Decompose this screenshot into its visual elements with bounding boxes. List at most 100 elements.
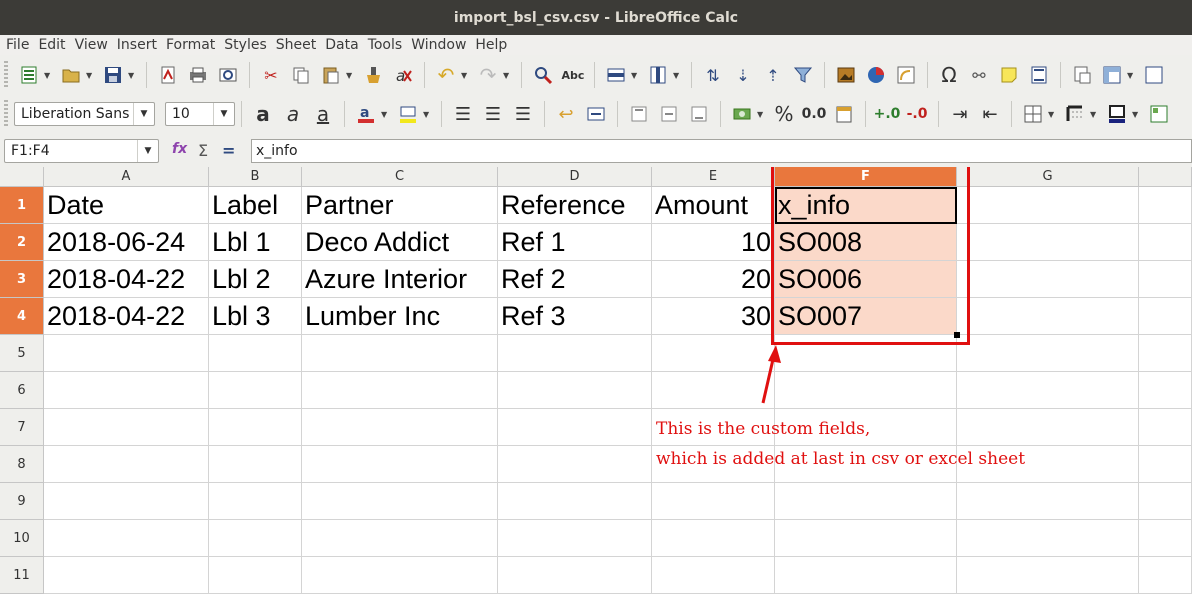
align-center-icon[interactable]: ☰ bbox=[480, 101, 506, 127]
sort-icon[interactable]: ⇅ bbox=[700, 62, 726, 88]
menu-sheet[interactable]: Sheet bbox=[276, 37, 316, 53]
align-top-icon[interactable] bbox=[626, 101, 652, 127]
insert-image-icon[interactable] bbox=[833, 62, 859, 88]
undo-dropdown-icon[interactable]: ▼ bbox=[461, 71, 469, 80]
sort-ascending-icon[interactable]: ⇣ bbox=[730, 62, 756, 88]
font-name-dropdown-icon[interactable]: ▼ bbox=[133, 103, 154, 125]
special-character-icon[interactable]: Ω bbox=[936, 62, 962, 88]
formula-icon[interactable]: = bbox=[222, 141, 235, 160]
delete-decimal-place-icon[interactable]: -.0 bbox=[904, 101, 930, 127]
currency-dropdown-icon[interactable]: ▼ bbox=[757, 110, 765, 119]
spelling-icon[interactable]: Abc bbox=[560, 62, 586, 88]
name-box-dropdown-icon[interactable]: ▼ bbox=[137, 140, 158, 162]
border-color-dropdown-icon[interactable]: ▼ bbox=[1132, 110, 1140, 119]
open-folder-icon[interactable] bbox=[58, 62, 84, 88]
wrap-text-icon[interactable]: ↩ bbox=[553, 101, 579, 127]
print-icon[interactable] bbox=[185, 62, 211, 88]
split-window-icon[interactable] bbox=[1141, 62, 1167, 88]
open-dropdown-icon[interactable]: ▼ bbox=[86, 71, 94, 80]
menu-insert[interactable]: Insert bbox=[117, 37, 157, 53]
align-bottom-icon[interactable] bbox=[686, 101, 712, 127]
comment-icon[interactable] bbox=[996, 62, 1022, 88]
font-size-dropdown-icon[interactable]: ▼ bbox=[213, 103, 234, 125]
save-icon[interactable] bbox=[100, 62, 126, 88]
name-box[interactable]: F1:F4 ▼ bbox=[4, 139, 159, 163]
menu-file[interactable]: File bbox=[6, 37, 29, 53]
menu-view[interactable]: View bbox=[75, 37, 108, 53]
column-icon[interactable] bbox=[645, 62, 671, 88]
freeze-rows-columns-icon[interactable] bbox=[1099, 62, 1125, 88]
toolbar-separator bbox=[691, 62, 692, 88]
merge-cells-icon[interactable] bbox=[583, 101, 609, 127]
clone-formatting-icon[interactable] bbox=[360, 62, 386, 88]
menu-window[interactable]: Window bbox=[411, 37, 466, 53]
undo-icon[interactable]: ↶ bbox=[433, 62, 459, 88]
borders-icon[interactable] bbox=[1020, 101, 1046, 127]
align-right-icon[interactable]: ☰ bbox=[510, 101, 536, 127]
italic-icon[interactable]: a bbox=[280, 101, 306, 127]
save-dropdown-icon[interactable]: ▼ bbox=[128, 71, 136, 80]
menu-data[interactable]: Data bbox=[325, 37, 358, 53]
export-pdf-icon[interactable] bbox=[155, 62, 181, 88]
formula-input[interactable]: x_info bbox=[251, 139, 1192, 163]
column-dropdown-icon[interactable]: ▼ bbox=[673, 71, 681, 80]
clear-formatting-icon[interactable]: a bbox=[390, 62, 416, 88]
border-style-dropdown-icon[interactable]: ▼ bbox=[1090, 110, 1098, 119]
new-spreadsheet-icon[interactable] bbox=[16, 62, 42, 88]
date-format-icon[interactable] bbox=[831, 101, 857, 127]
name-box-value: F1:F4 bbox=[11, 143, 50, 159]
paste-icon[interactable] bbox=[318, 62, 344, 88]
align-left-icon[interactable]: ☰ bbox=[450, 101, 476, 127]
sum-icon[interactable]: Σ bbox=[198, 141, 208, 160]
percent-format-icon[interactable]: % bbox=[771, 101, 797, 127]
decrease-indent-icon[interactable]: ⇤ bbox=[977, 101, 1003, 127]
define-print-area-icon[interactable] bbox=[1069, 62, 1095, 88]
border-color-icon[interactable] bbox=[1104, 101, 1130, 127]
bold-icon[interactable]: a bbox=[250, 101, 276, 127]
insert-chart-icon[interactable] bbox=[863, 62, 889, 88]
paste-dropdown-icon[interactable]: ▼ bbox=[346, 71, 354, 80]
toolbar-grip[interactable] bbox=[4, 61, 8, 89]
font-color-icon[interactable]: a bbox=[353, 101, 379, 127]
print-preview-icon[interactable] bbox=[215, 62, 241, 88]
find-replace-icon[interactable] bbox=[530, 62, 556, 88]
copy-icon[interactable] bbox=[288, 62, 314, 88]
number-format-icon[interactable]: 0.0 bbox=[801, 101, 827, 127]
font-color-dropdown-icon[interactable]: ▼ bbox=[381, 110, 389, 119]
menu-styles[interactable]: Styles bbox=[224, 37, 266, 53]
toolbar-separator bbox=[865, 101, 866, 127]
currency-format-icon[interactable] bbox=[729, 101, 755, 127]
toolbar-separator bbox=[146, 62, 147, 88]
redo-icon[interactable]: ↷ bbox=[475, 62, 501, 88]
autofilter-icon[interactable] bbox=[790, 62, 816, 88]
toolbar-separator bbox=[824, 62, 825, 88]
new-dropdown-icon[interactable]: ▼ bbox=[44, 71, 52, 80]
highlight-color-icon[interactable] bbox=[395, 101, 421, 127]
font-name-combo[interactable]: Liberation Sans ▼ bbox=[14, 102, 155, 126]
add-decimal-place-icon[interactable]: +.0 bbox=[874, 101, 901, 127]
conditional-format-icon[interactable] bbox=[1146, 101, 1172, 127]
function-wizard-icon[interactable]: fx bbox=[172, 141, 187, 157]
align-middle-icon[interactable] bbox=[656, 101, 682, 127]
menu-tools[interactable]: Tools bbox=[368, 37, 403, 53]
cut-icon[interactable]: ✂ bbox=[258, 62, 284, 88]
headers-footers-icon[interactable] bbox=[1026, 62, 1052, 88]
sort-descending-icon[interactable]: ⇡ bbox=[760, 62, 786, 88]
border-style-icon[interactable] bbox=[1062, 101, 1088, 127]
increase-indent-icon[interactable]: ⇥ bbox=[947, 101, 973, 127]
highlight-dropdown-icon[interactable]: ▼ bbox=[423, 110, 431, 119]
redo-dropdown-icon[interactable]: ▼ bbox=[503, 71, 511, 80]
spreadsheet-grid[interactable]: A B C D E F G 1 2 3 4 5 6 7 8 9 10 11 Da… bbox=[0, 167, 1192, 596]
pivot-table-icon[interactable] bbox=[893, 62, 919, 88]
hyperlink-icon[interactable]: ⚯ bbox=[966, 62, 992, 88]
menu-edit[interactable]: Edit bbox=[38, 37, 65, 53]
menu-format[interactable]: Format bbox=[166, 37, 215, 53]
borders-dropdown-icon[interactable]: ▼ bbox=[1048, 110, 1056, 119]
underline-icon[interactable]: a bbox=[310, 101, 336, 127]
font-size-combo[interactable]: 10 ▼ bbox=[165, 102, 235, 126]
row-dropdown-icon[interactable]: ▼ bbox=[631, 71, 639, 80]
row-icon[interactable] bbox=[603, 62, 629, 88]
menu-help[interactable]: Help bbox=[475, 37, 507, 53]
freeze-dropdown-icon[interactable]: ▼ bbox=[1127, 71, 1135, 80]
toolbar-grip[interactable] bbox=[4, 100, 8, 128]
